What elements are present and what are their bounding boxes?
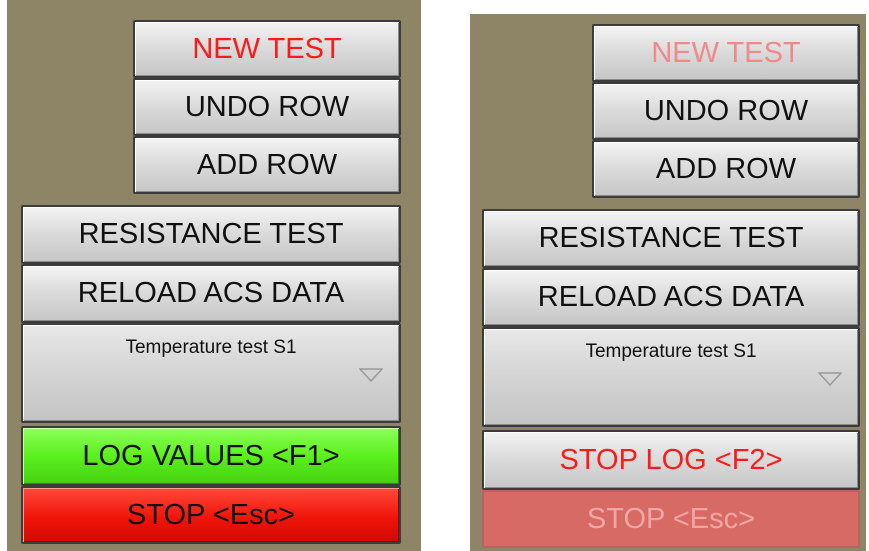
- new-test-button[interactable]: NEW TEST: [592, 24, 860, 82]
- undo-row-button[interactable]: UNDO ROW: [133, 78, 401, 136]
- new-test-button[interactable]: NEW TEST: [133, 20, 401, 78]
- test-select-value: Temperature test S1: [125, 337, 297, 358]
- reload-acs-data-button[interactable]: RELOAD ACS DATA: [482, 268, 860, 327]
- reload-acs-data-button[interactable]: RELOAD ACS DATA: [21, 264, 401, 323]
- add-row-button[interactable]: ADD ROW: [133, 136, 401, 194]
- test-select-value: Temperature test S1: [585, 341, 757, 362]
- right-control-panel: NEW TEST UNDO ROW ADD ROW RESISTANCE TES…: [470, 14, 866, 551]
- resistance-test-button[interactable]: RESISTANCE TEST: [482, 209, 860, 268]
- stop-button-disabled[interactable]: STOP <Esc>: [482, 490, 860, 548]
- add-row-button[interactable]: ADD ROW: [592, 140, 860, 198]
- test-select-dropdown[interactable]: Temperature test S1: [482, 327, 860, 427]
- resistance-test-button[interactable]: RESISTANCE TEST: [21, 205, 401, 264]
- triangle-down-icon: [818, 372, 842, 387]
- triangle-down-icon: [359, 368, 383, 383]
- undo-row-button[interactable]: UNDO ROW: [592, 82, 860, 140]
- test-select-dropdown[interactable]: Temperature test S1: [21, 323, 401, 423]
- stop-button[interactable]: STOP <Esc>: [21, 486, 401, 544]
- left-control-panel: NEW TEST UNDO ROW ADD ROW RESISTANCE TES…: [7, 0, 421, 551]
- stop-log-button[interactable]: STOP LOG <F2>: [482, 430, 860, 490]
- log-values-button[interactable]: LOG VALUES <F1>: [21, 426, 401, 486]
